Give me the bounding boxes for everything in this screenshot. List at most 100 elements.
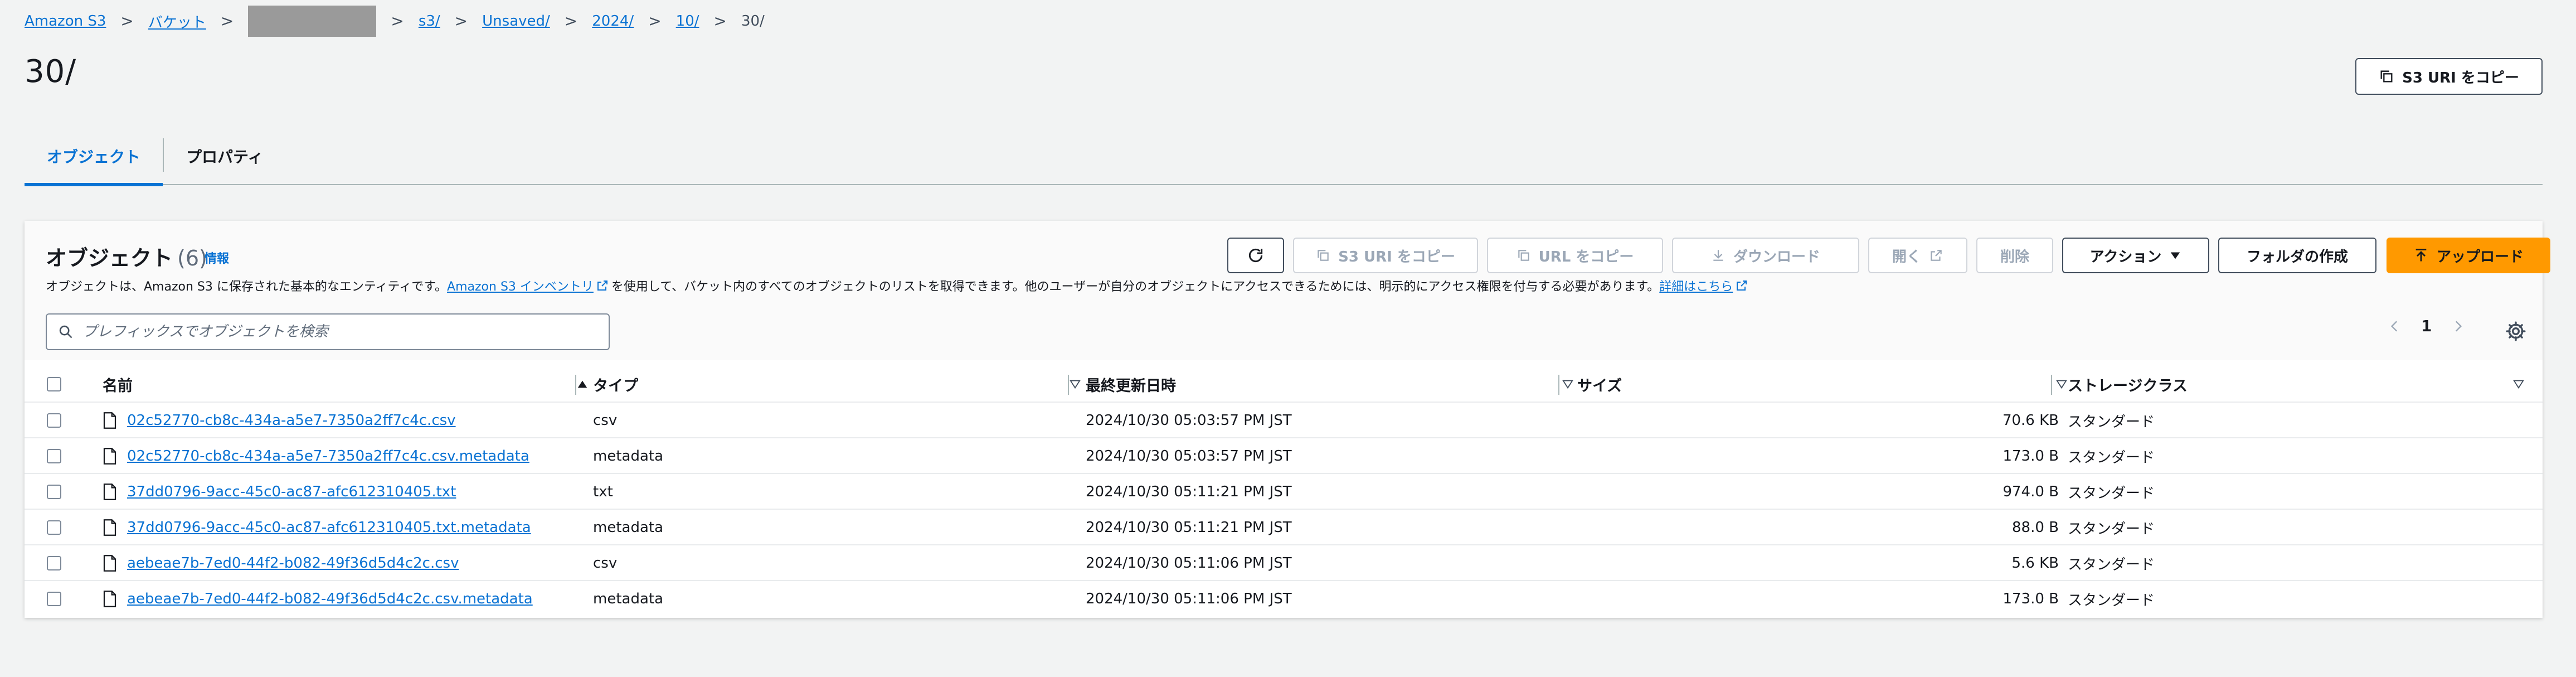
select-all-checkbox[interactable] (47, 377, 61, 391)
table-row[interactable]: aebeae7b-7ed0-44f2-b082-49f36d5d4c2c.csv… (25, 544, 2543, 580)
row-checkbox-cell (47, 474, 61, 510)
tab-objects-label: オブジェクト (46, 148, 140, 166)
page-title: 30/ (25, 54, 77, 90)
file-icon (103, 591, 116, 607)
row-type-cell: metadata (593, 519, 664, 536)
search-input[interactable] (82, 323, 584, 340)
breadcrumb-bucket-redacted[interactable] (248, 6, 377, 37)
breadcrumb-separator: > (454, 12, 468, 30)
chevron-right-icon[interactable] (2451, 319, 2465, 333)
row-checkbox[interactable] (47, 413, 61, 428)
actions-label: アクション (2089, 248, 2162, 265)
object-name-link[interactable]: 02c52770-cb8c-434a-a5e7-7350a2ff7c4c.csv… (127, 448, 529, 465)
objects-description: オブジェクトは、Amazon S3 に保存された基本的なエンティティです。 Am… (46, 277, 1751, 294)
row-storage-class-cell: スタンダード (2068, 592, 2155, 609)
tab-objects[interactable]: オブジェクト (25, 127, 163, 186)
info-link[interactable]: 情報 (205, 249, 229, 267)
row-checkbox-cell (47, 438, 61, 474)
object-name-link[interactable]: 37dd0796-9acc-45c0-ac87-afc612310405.txt… (127, 519, 531, 536)
row-last-modified-cell: 2024/10/30 05:11:21 PM JST (1086, 483, 1292, 500)
actions-dropdown-button[interactable]: アクション (2062, 238, 2209, 273)
create-folder-button[interactable]: フォルダの作成 (2218, 238, 2376, 273)
objects-panel-title: オブジェクト (6) (46, 241, 207, 272)
refresh-button[interactable] (1227, 238, 1284, 273)
column-divider[interactable] (575, 375, 576, 395)
tab-divider (163, 138, 164, 172)
object-name-link[interactable]: aebeae7b-7ed0-44f2-b082-49f36d5d4c2c.csv (127, 555, 459, 572)
row-checkbox[interactable] (47, 520, 61, 535)
breadcrumb-2024-folder[interactable]: 2024/ (592, 13, 634, 30)
sort-icon[interactable] (2055, 378, 2068, 390)
row-name-cell: 02c52770-cb8c-434a-a5e7-7350a2ff7c4c.csv (103, 403, 456, 438)
row-size-cell: 173.0 B (2003, 591, 2059, 607)
file-icon (103, 555, 116, 572)
open-label: 開く (1892, 248, 1921, 265)
delete-button[interactable]: 削除 (1976, 238, 2053, 273)
description-text-1: オブジェクトは、Amazon S3 に保存された基本的なエンティティです。 (46, 280, 448, 294)
pagination-page-number[interactable]: 1 (2421, 317, 2432, 335)
table-row[interactable]: 37dd0796-9acc-45c0-ac87-afc612310405.txt… (25, 509, 2543, 544)
column-divider[interactable] (1068, 375, 1069, 395)
external-link-icon (597, 281, 607, 291)
sort-icon[interactable] (1069, 378, 1081, 390)
row-checkbox[interactable] (47, 592, 61, 606)
breadcrumb-separator: > (220, 12, 234, 30)
row-name-cell: 02c52770-cb8c-434a-a5e7-7350a2ff7c4c.csv… (103, 438, 529, 474)
table-row[interactable]: 37dd0796-9acc-45c0-ac87-afc612310405.txt… (25, 473, 2543, 509)
breadcrumb-separator: > (648, 12, 662, 30)
copy-s3-uri-header-button[interactable]: S3 URI をコピー (2355, 58, 2543, 95)
search-icon (59, 325, 72, 338)
upload-button[interactable]: アップロード (2387, 238, 2550, 273)
row-name-cell: 37dd0796-9acc-45c0-ac87-afc612310405.txt (103, 474, 456, 510)
breadcrumb-10-folder[interactable]: 10/ (676, 13, 699, 30)
column-header-type[interactable]: タイプ (593, 368, 1081, 400)
file-icon (103, 519, 116, 536)
download-button[interactable]: ダウンロード (1672, 238, 1859, 273)
row-checkbox[interactable] (47, 449, 61, 463)
row-name-cell: aebeae7b-7ed0-44f2-b082-49f36d5d4c2c.csv (103, 545, 459, 581)
table-row[interactable]: 02c52770-cb8c-434a-a5e7-7350a2ff7c4c.csv… (25, 437, 2543, 473)
upload-icon (2415, 249, 2427, 262)
sort-ascending-icon[interactable] (576, 378, 589, 390)
breadcrumb-s3-folder[interactable]: s3/ (419, 13, 440, 30)
open-button[interactable]: 開く (1868, 238, 1967, 273)
column-header-name[interactable]: 名前 (103, 368, 589, 400)
sort-icon[interactable] (1562, 378, 1574, 390)
objects-count: (6) (177, 246, 207, 270)
column-header-last-modified-label: 最終更新日時 (1086, 377, 1176, 395)
caret-down-icon (2171, 252, 2180, 259)
copy-s3-uri-button[interactable]: S3 URI をコピー (1293, 238, 1478, 273)
breadcrumb-amazon-s3[interactable]: Amazon S3 (25, 13, 106, 30)
refresh-icon (1248, 248, 1263, 263)
row-storage-class-cell: スタンダード (2068, 449, 2155, 466)
column-header-size[interactable]: サイズ (1577, 368, 2068, 400)
column-header-storage-class[interactable]: ストレージクラス (2068, 368, 2525, 400)
copy-url-button[interactable]: URL をコピー (1487, 238, 1663, 273)
tab-properties[interactable]: プロパティ (186, 127, 263, 185)
object-name-link[interactable]: aebeae7b-7ed0-44f2-b082-49f36d5d4c2c.csv… (127, 591, 533, 607)
table-row[interactable]: aebeae7b-7ed0-44f2-b082-49f36d5d4c2c.csv… (25, 580, 2543, 616)
row-name-cell: aebeae7b-7ed0-44f2-b082-49f36d5d4c2c.csv… (103, 581, 533, 617)
breadcrumb-unsaved-folder[interactable]: Unsaved/ (482, 13, 550, 30)
column-header-last-modified[interactable]: 最終更新日時 (1086, 368, 1574, 400)
breadcrumb-separator: > (713, 12, 727, 30)
row-checkbox[interactable] (47, 485, 61, 499)
column-divider[interactable] (2051, 375, 2052, 395)
table-row[interactable]: 02c52770-cb8c-434a-a5e7-7350a2ff7c4c.csv… (25, 402, 2543, 437)
object-name-link[interactable]: 37dd0796-9acc-45c0-ac87-afc612310405.txt (127, 483, 456, 500)
row-storage-class-cell: スタンダード (2068, 556, 2155, 573)
copy-icon (2380, 70, 2393, 83)
learn-more-link[interactable]: 詳細はこちら (1659, 277, 1733, 294)
s3-inventory-link[interactable]: Amazon S3 インベントリ (447, 277, 594, 294)
sort-icon[interactable] (2512, 378, 2525, 390)
row-checkbox[interactable] (47, 556, 61, 570)
row-last-modified-cell: 2024/10/30 05:11:06 PM JST (1086, 555, 1292, 572)
chevron-left-icon[interactable] (2388, 319, 2402, 333)
row-type-cell: csv (593, 555, 618, 572)
row-checkbox-cell (47, 581, 61, 617)
column-divider[interactable] (1558, 375, 1559, 395)
breadcrumb-buckets[interactable]: バケット (148, 11, 206, 32)
object-name-link[interactable]: 02c52770-cb8c-434a-a5e7-7350a2ff7c4c.csv (127, 412, 456, 429)
gear-icon[interactable] (2505, 320, 2527, 342)
row-checkbox-cell (47, 510, 61, 545)
